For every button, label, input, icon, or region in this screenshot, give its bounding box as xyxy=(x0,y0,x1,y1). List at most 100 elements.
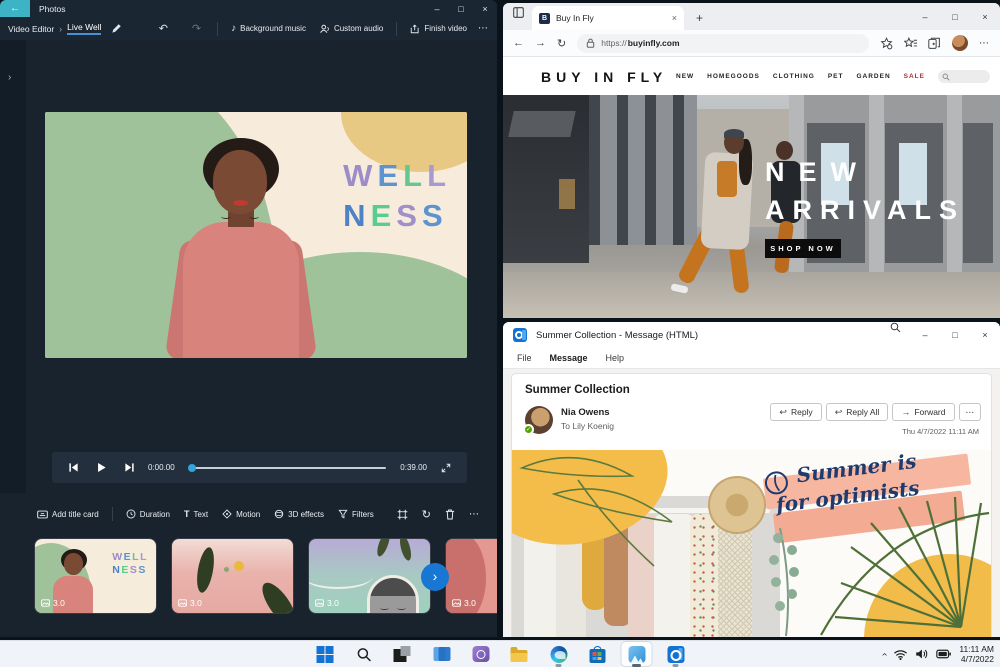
maximize-button[interactable]: □ xyxy=(449,0,473,17)
search-button[interactable] xyxy=(880,322,910,348)
forward-button[interactable]: → Forward xyxy=(892,403,955,421)
previous-frame-button[interactable] xyxy=(64,462,82,473)
play-button[interactable] xyxy=(92,462,110,473)
store-button[interactable] xyxy=(583,642,613,666)
back-button[interactable]: ← xyxy=(513,37,524,49)
nav-pet[interactable]: PET xyxy=(828,73,844,80)
message-more-button[interactable]: ⋯ xyxy=(958,403,981,421)
chat-button[interactable] xyxy=(466,642,496,666)
reply-all-button[interactable]: ↩ Reply All xyxy=(825,403,889,421)
shop-now-button[interactable]: SHOP NOW xyxy=(765,239,841,258)
minimize-icon: – xyxy=(922,330,928,340)
browser-tab[interactable]: B Buy In Fly × xyxy=(532,6,684,30)
start-button[interactable] xyxy=(310,642,340,666)
message-card: Summer Collection ✓ Nia Owens To Lily Ko… xyxy=(511,373,992,637)
filters-button[interactable]: Filters xyxy=(331,509,381,519)
taskbar-search-button[interactable] xyxy=(349,642,379,666)
refresh-button[interactable]: ↻ xyxy=(557,37,566,50)
profile-avatar[interactable] xyxy=(952,35,968,51)
sender-name[interactable]: Nia Owens xyxy=(561,407,610,418)
rotate-button[interactable]: ↻ xyxy=(422,508,431,521)
nav-new[interactable]: NEW xyxy=(676,73,694,80)
duration-label: Duration xyxy=(139,509,170,519)
nav-garden[interactable]: GARDEN xyxy=(856,73,890,80)
tray-expand-button[interactable]: › xyxy=(879,652,890,655)
edge-button[interactable] xyxy=(544,642,574,667)
text-button[interactable]: T Text xyxy=(177,509,215,519)
volume-icon[interactable] xyxy=(915,648,928,660)
undo-button[interactable]: ↶ xyxy=(145,22,182,35)
windows-logo-icon xyxy=(316,645,333,663)
close-icon: × xyxy=(982,330,988,340)
recipient-line[interactable]: To Lily Koenig xyxy=(561,421,614,431)
more-tools-button[interactable]: ⋯ xyxy=(469,509,480,520)
taskbar-clock[interactable]: 11:11 AM 4/7/2022 xyxy=(959,644,994,664)
storyboard-clip-2[interactable]: 3.0 xyxy=(172,539,293,613)
tab-title: Buy In Fly xyxy=(556,13,594,23)
collections-button[interactable] xyxy=(928,37,941,50)
delete-button[interactable] xyxy=(445,509,455,520)
storyboard-clip-4[interactable]: 3.0 xyxy=(446,539,497,613)
minimize-button[interactable]: – xyxy=(425,0,449,17)
seek-handle[interactable] xyxy=(187,463,196,472)
nav-homegoods[interactable]: HOMEGOODS xyxy=(707,73,760,80)
outlook-taskbar-button[interactable] xyxy=(661,642,691,667)
motion-button[interactable]: Motion xyxy=(215,509,267,519)
task-view-button[interactable] xyxy=(427,642,457,666)
rename-button[interactable] xyxy=(111,23,122,34)
menu-file[interactable]: File xyxy=(517,353,532,363)
close-button[interactable]: × xyxy=(970,322,1000,348)
3d-effects-button[interactable]: 3D effects xyxy=(267,509,331,519)
menu-message[interactable]: Message xyxy=(550,353,588,363)
tab-actions-button[interactable] xyxy=(513,5,524,23)
storyboard-clip-1[interactable]: WELL NESS 3.0 xyxy=(35,539,156,613)
sender-avatar[interactable]: ✓ xyxy=(523,406,553,435)
wifi-icon[interactable] xyxy=(894,649,908,660)
battery-icon[interactable] xyxy=(936,649,952,659)
custom-audio-button[interactable]: Custom audio xyxy=(313,24,390,34)
back-button[interactable]: ← xyxy=(0,0,30,17)
finish-video-button[interactable]: Finish video xyxy=(403,23,474,34)
widgets-button[interactable] xyxy=(388,642,418,666)
background-music-button[interactable]: ♪ Background music xyxy=(224,23,313,34)
maximize-button[interactable]: □ xyxy=(940,322,970,348)
close-button[interactable]: × xyxy=(970,3,1000,30)
photos-taskbar-button[interactable] xyxy=(621,642,652,667)
favorites-button[interactable] xyxy=(904,36,917,50)
redo-button[interactable]: ↷ xyxy=(182,22,211,35)
site-search-input[interactable] xyxy=(938,70,990,83)
seek-bar[interactable] xyxy=(187,463,387,472)
site-logo[interactable]: BUY IN FLY xyxy=(541,69,667,85)
url-field[interactable]: https:// buyinfly.com xyxy=(577,33,869,53)
tab-close-button[interactable]: × xyxy=(672,13,677,23)
nav-clothing[interactable]: CLOTHING xyxy=(773,73,815,80)
add-title-card-button[interactable]: Add title card xyxy=(30,510,106,519)
storyboard-clip-3[interactable]: 3.0 xyxy=(309,539,430,613)
lit-window xyxy=(559,179,575,209)
minimize-button[interactable]: – xyxy=(910,322,940,348)
reply-button[interactable]: ↩ Reply xyxy=(770,403,822,421)
new-tab-button[interactable]: + xyxy=(696,12,703,24)
menu-help[interactable]: Help xyxy=(606,353,625,363)
forward-button[interactable]: → xyxy=(535,37,546,49)
message-timestamp: Thu 4/7/2022 11:11 AM xyxy=(902,427,979,436)
title-letter: L xyxy=(140,551,148,563)
duration-button[interactable]: Duration xyxy=(119,509,177,519)
close-button[interactable]: × xyxy=(473,0,497,17)
expand-panel-button[interactable]: › xyxy=(8,72,11,83)
minimize-button[interactable]: – xyxy=(910,3,940,30)
storyboard-next-button[interactable]: › xyxy=(421,563,449,591)
video-preview[interactable]: WELL NESS xyxy=(45,112,467,358)
browser-menu-button[interactable]: ⋯ xyxy=(979,38,990,49)
crop-button[interactable] xyxy=(397,509,408,520)
fullscreen-button[interactable] xyxy=(437,463,455,473)
maximize-button[interactable]: □ xyxy=(940,3,970,30)
file-explorer-button[interactable] xyxy=(505,642,535,666)
favorites-settings-button[interactable] xyxy=(880,36,893,50)
more-options-button[interactable]: ⋯ xyxy=(474,23,497,34)
next-frame-button[interactable] xyxy=(120,462,138,473)
toolbar-divider xyxy=(111,507,113,521)
breadcrumb-root[interactable]: Video Editor xyxy=(8,24,54,34)
breadcrumb-project[interactable]: Live Well xyxy=(67,22,102,35)
nav-sale[interactable]: SALE xyxy=(904,73,925,80)
